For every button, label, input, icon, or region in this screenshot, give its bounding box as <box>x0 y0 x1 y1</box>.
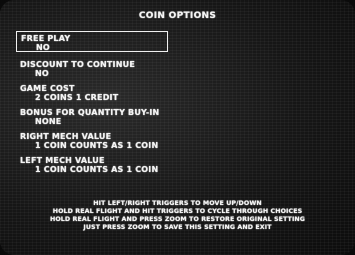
instructions-panel: HIT LEFT/RIGHT TRIGGERS TO MOVE UP/DOWN … <box>0 200 355 232</box>
instruction-line: HIT LEFT/RIGHT TRIGGERS TO MOVE UP/DOWN <box>93 200 262 207</box>
coin-options-screen: COIN OPTIONS FREE PLAY NO DISCOUNT TO CO… <box>0 0 355 255</box>
option-label: BONUS FOR QUANTITY BUY-IN <box>20 108 160 117</box>
option-label: LEFT MECH VALUE <box>20 156 105 165</box>
screen-title: COIN OPTIONS <box>138 11 217 21</box>
option-left-mech-value[interactable]: LEFT MECH VALUE 1 COIN COUNTS AS 1 COIN <box>20 156 158 174</box>
option-right-mech-value[interactable]: RIGHT MECH VALUE 1 COIN COUNTS AS 1 COIN <box>20 132 158 150</box>
option-value: 2 COINS 1 CREDIT <box>35 93 119 102</box>
option-label: GAME COST <box>20 84 75 93</box>
option-bonus-quantity-buy-in[interactable]: BONUS FOR QUANTITY BUY-IN NONE <box>20 108 159 126</box>
option-value: NO <box>36 43 50 52</box>
option-value: NONE <box>35 117 62 126</box>
option-label: RIGHT MECH VALUE <box>20 132 112 141</box>
option-value: 1 COIN COUNTS AS 1 COIN <box>35 165 159 174</box>
option-value: NO <box>35 69 49 78</box>
option-game-cost[interactable]: GAME COST 2 COINS 1 CREDIT <box>20 84 118 102</box>
option-label: DISCOUNT TO CONTINUE <box>20 60 135 69</box>
instruction-line: HOLD REAL FLIGHT AND HIT TRIGGERS TO CYC… <box>52 208 303 215</box>
option-value: 1 COIN COUNTS AS 1 COIN <box>35 141 159 150</box>
option-label: FREE PLAY <box>21 34 71 43</box>
instruction-line: JUST PRESS ZOOM TO SAVE THIS SETTING AND… <box>83 224 272 231</box>
instruction-line: HOLD REAL FLIGHT AND PRESS ZOOM TO RESTO… <box>49 216 306 223</box>
option-free-play[interactable]: FREE PLAY NO <box>16 31 168 52</box>
option-discount-to-continue[interactable]: DISCOUNT TO CONTINUE NO <box>20 60 135 78</box>
